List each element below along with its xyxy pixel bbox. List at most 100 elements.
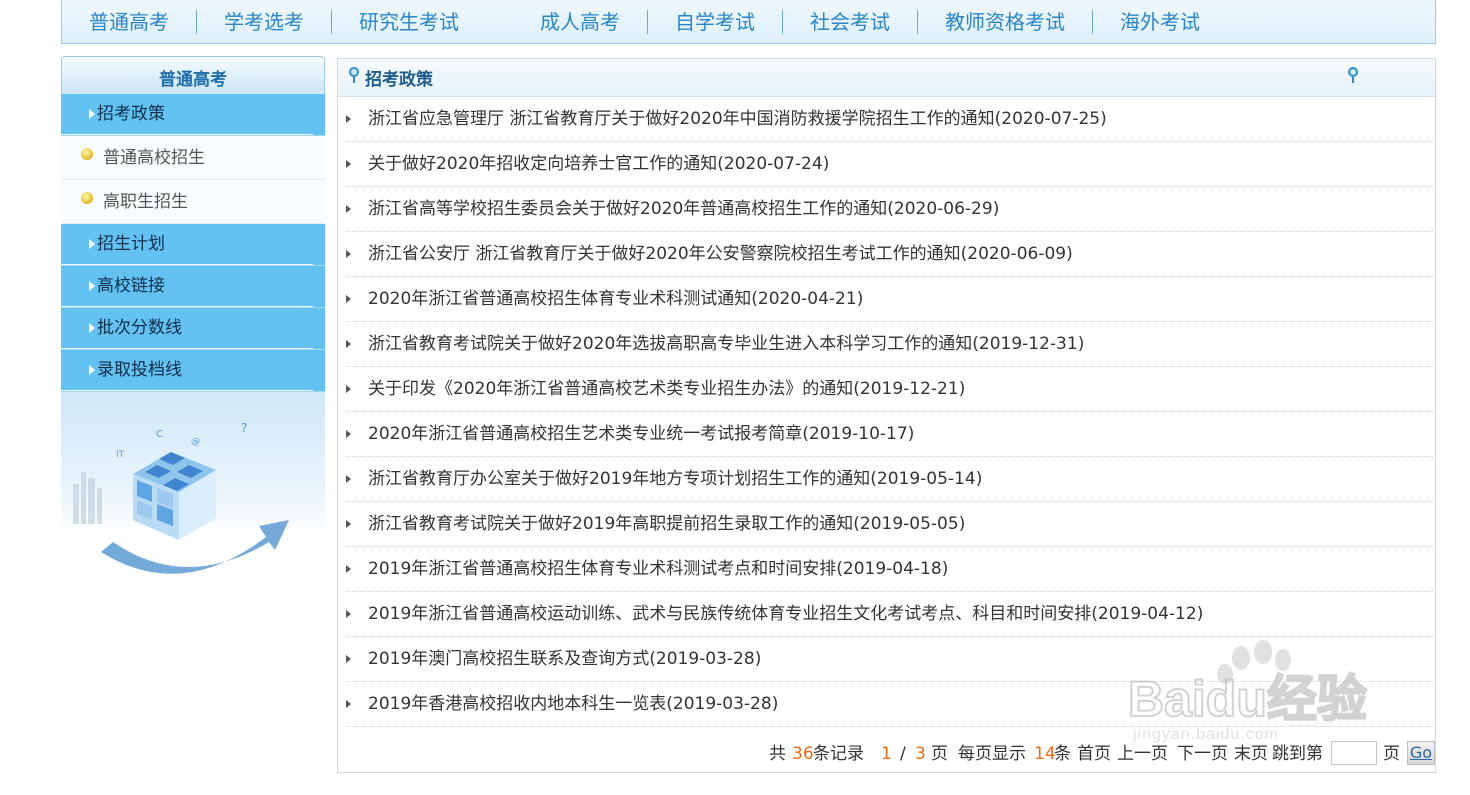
pager-total-pages: 3 — [915, 744, 926, 764]
main-panel: 招考政策 浙江省应急管理厅 浙江省教育厅关于做好2020年中国消防救援学院招生工… — [337, 58, 1436, 773]
sidebar: 普通高考 招考政策 普通高校招生 高职生招生 招生计划 高校链接 批次分数线 录… — [61, 56, 325, 578]
sidebar-item-label: 招生计划 — [97, 234, 165, 254]
sidebar-subitem-label: 普通高校招生 — [103, 148, 205, 168]
pager-slash: / — [900, 744, 906, 764]
sidebar-item-label: 高校链接 — [97, 276, 165, 296]
news-link[interactable]: 浙江省教育考试院关于做好2020年选拔高职高专毕业生进入本科学习工作的通知(20… — [368, 322, 1084, 367]
list-item: 2019年浙江省普通高校招生体育专业术科测试考点和时间安排(2019-04-18… — [346, 547, 1433, 592]
pager-jump-prefix: 跳到第 — [1272, 744, 1323, 764]
list-item: 浙江省应急管理厅 浙江省教育厅关于做好2020年中国消防救援学院招生工作的通知(… — [346, 97, 1433, 142]
triangle-right-icon — [346, 115, 351, 123]
triangle-right-icon — [346, 475, 351, 483]
list-item: 2019年香港高校招收内地本科生一览表(2019-03-28) — [346, 682, 1433, 727]
sidebar-item-policy[interactable]: 招考政策 — [61, 94, 325, 136]
nav-item-social-exam[interactable]: 社会考试 — [783, 0, 917, 44]
pin-icon — [349, 67, 359, 83]
list-item: 浙江省教育厅办公室关于做好2019年地方专项计划招生工作的通知(2019-05-… — [346, 457, 1433, 502]
sidebar-item-batch-scores[interactable]: 批次分数线 — [61, 308, 325, 350]
triangle-right-icon — [346, 430, 351, 438]
sidebar-subitem-vocational[interactable]: 高职生招生 — [61, 180, 325, 224]
pager-pages-suffix: 页 — [931, 744, 948, 764]
triangle-right-icon — [346, 160, 351, 168]
triangle-right-icon — [346, 655, 351, 663]
nav-item-xuekao-xuankao[interactable]: 学考选考 — [197, 0, 331, 44]
triangle-right-icon — [346, 250, 351, 258]
news-link[interactable]: 关于做好2020年招收定向培养士官工作的通知(2020-07-24) — [368, 142, 829, 187]
news-link[interactable]: 2019年浙江省普通高校招生体育专业术科测试考点和时间安排(2019-04-18… — [368, 547, 948, 592]
list-item: 浙江省公安厅 浙江省教育厅关于做好2020年公安警察院校招生考试工作的通知(20… — [346, 232, 1433, 277]
triangle-right-icon — [346, 700, 351, 708]
triangle-right-icon — [89, 365, 95, 375]
triangle-right-icon — [346, 340, 351, 348]
list-item: 2020年浙江省普通高校招生体育专业术科测试通知(2020-04-21) — [346, 277, 1433, 322]
nav-item-overseas-exam[interactable]: 海外考试 — [1093, 0, 1227, 44]
pager-next-link[interactable]: 下一页 — [1177, 743, 1228, 765]
sidebar-item-label: 录取投档线 — [97, 360, 182, 380]
svg-text:@: @ — [191, 437, 200, 447]
triangle-right-icon — [89, 109, 95, 119]
pager-per-page-prefix: 每页显示 — [958, 744, 1026, 764]
triangle-right-icon — [346, 205, 351, 213]
news-link[interactable]: 浙江省教育考试院关于做好2019年高职提前招生录取工作的通知(2019-05-0… — [368, 502, 965, 547]
sidebar-title: 普通高考 — [61, 56, 325, 94]
triangle-right-icon — [346, 610, 351, 618]
pager-jump-input[interactable] — [1331, 741, 1377, 765]
triangle-right-icon — [89, 281, 95, 291]
pager-per-page-count: 14 — [1034, 744, 1056, 764]
pin-icon — [1348, 67, 1358, 83]
top-nav: 普通高考 学考选考 研究生考试 成人高考 自学考试 社会考试 教师资格考试 海外… — [61, 0, 1436, 44]
svg-text:IT: IT — [116, 450, 125, 460]
news-link[interactable]: 2019年香港高校招收内地本科生一览表(2019-03-28) — [368, 682, 778, 727]
nav-item-teacher-cert-exam[interactable]: 教师资格考试 — [918, 0, 1092, 44]
list-item: 浙江省高等学校招生委员会关于做好2020年普通高校招生工作的通知(2020-06… — [346, 187, 1433, 232]
list-item: 关于印发《2020年浙江省普通高校艺术类专业招生办法》的通知(2019-12-2… — [346, 367, 1433, 412]
pager-first-link[interactable]: 首页 — [1077, 743, 1111, 765]
sidebar-cube-illustration: C @ ? IT — [61, 392, 325, 578]
news-link[interactable]: 浙江省高等学校招生委员会关于做好2020年普通高校招生工作的通知(2020-06… — [368, 187, 999, 232]
pager-go-button[interactable]: Go — [1407, 741, 1435, 765]
sidebar-item-enrollment-plan[interactable]: 招生计划 — [61, 224, 325, 266]
triangle-right-icon — [346, 565, 351, 573]
svg-text:?: ? — [241, 421, 247, 435]
list-item: 2019年澳门高校招生联系及查询方式(2019-03-28) — [346, 637, 1433, 682]
bullet-dot-icon — [81, 148, 93, 160]
svg-text:C: C — [156, 429, 163, 440]
list-item: 2020年浙江省普通高校招生艺术类专业统一考试报考简章(2019-10-17) — [346, 412, 1433, 457]
main-panel-header: 招考政策 — [338, 59, 1435, 97]
triangle-right-icon — [89, 239, 95, 249]
pager-total-prefix: 共 — [769, 744, 786, 764]
pager-prev-link[interactable]: 上一页 — [1117, 743, 1168, 765]
pager-total-count: 36 — [792, 744, 814, 764]
sidebar-item-college-links[interactable]: 高校链接 — [61, 266, 325, 308]
nav-item-adult-exam[interactable]: 成人高考 — [513, 0, 647, 44]
triangle-right-icon — [346, 520, 351, 528]
cube-illustration-image: C @ ? IT — [73, 421, 289, 574]
sidebar-item-admission-lines[interactable]: 录取投档线 — [61, 350, 325, 392]
list-item: 关于做好2020年招收定向培养士官工作的通知(2020-07-24) — [346, 142, 1433, 187]
triangle-right-icon — [346, 295, 351, 303]
nav-item-putong-gaokao[interactable]: 普通高考 — [62, 0, 196, 44]
triangle-right-icon — [89, 323, 95, 333]
sidebar-subitem-regular-college[interactable]: 普通高校招生 — [61, 136, 325, 180]
news-link[interactable]: 2019年澳门高校招生联系及查询方式(2019-03-28) — [368, 637, 761, 682]
pager-last-link[interactable]: 末页 — [1234, 743, 1268, 765]
triangle-right-icon — [346, 385, 351, 393]
sidebar-subitem-label: 高职生招生 — [103, 192, 188, 212]
pager-total-suffix: 条记录 — [813, 744, 864, 764]
pager-current-page: 1 — [881, 744, 892, 764]
pagination: 共 36 条记录 1 / 3 页 每页显示 14 条 首页 上一页 下一页 末页… — [338, 729, 1435, 773]
pager-jump-suffix: 页 — [1383, 744, 1400, 764]
news-link[interactable]: 浙江省应急管理厅 浙江省教育厅关于做好2020年中国消防救援学院招生工作的通知(… — [368, 97, 1107, 141]
list-item: 2019年浙江省普通高校运动训练、武术与民族传统体育专业招生文化考试考点、科目和… — [346, 592, 1433, 637]
news-link[interactable]: 2019年浙江省普通高校运动训练、武术与民族传统体育专业招生文化考试考点、科目和… — [368, 592, 1203, 637]
news-link[interactable]: 关于印发《2020年浙江省普通高校艺术类专业招生办法》的通知(2019-12-2… — [368, 367, 965, 412]
list-item: 浙江省教育考试院关于做好2020年选拔高职高专毕业生进入本科学习工作的通知(20… — [346, 322, 1433, 367]
news-link[interactable]: 2020年浙江省普通高校招生体育专业术科测试通知(2020-04-21) — [368, 277, 863, 322]
nav-item-self-study-exam[interactable]: 自学考试 — [648, 0, 782, 44]
news-list: 浙江省应急管理厅 浙江省教育厅关于做好2020年中国消防救援学院招生工作的通知(… — [338, 97, 1435, 727]
news-link[interactable]: 2020年浙江省普通高校招生艺术类专业统一考试报考简章(2019-10-17) — [368, 412, 914, 457]
news-link[interactable]: 浙江省教育厅办公室关于做好2019年地方专项计划招生工作的通知(2019-05-… — [368, 457, 982, 502]
news-link[interactable]: 浙江省公安厅 浙江省教育厅关于做好2020年公安警察院校招生考试工作的通知(20… — [368, 232, 1073, 277]
list-item: 浙江省教育考试院关于做好2019年高职提前招生录取工作的通知(2019-05-0… — [346, 502, 1433, 547]
nav-item-graduate-exam[interactable]: 研究生考试 — [332, 0, 513, 44]
